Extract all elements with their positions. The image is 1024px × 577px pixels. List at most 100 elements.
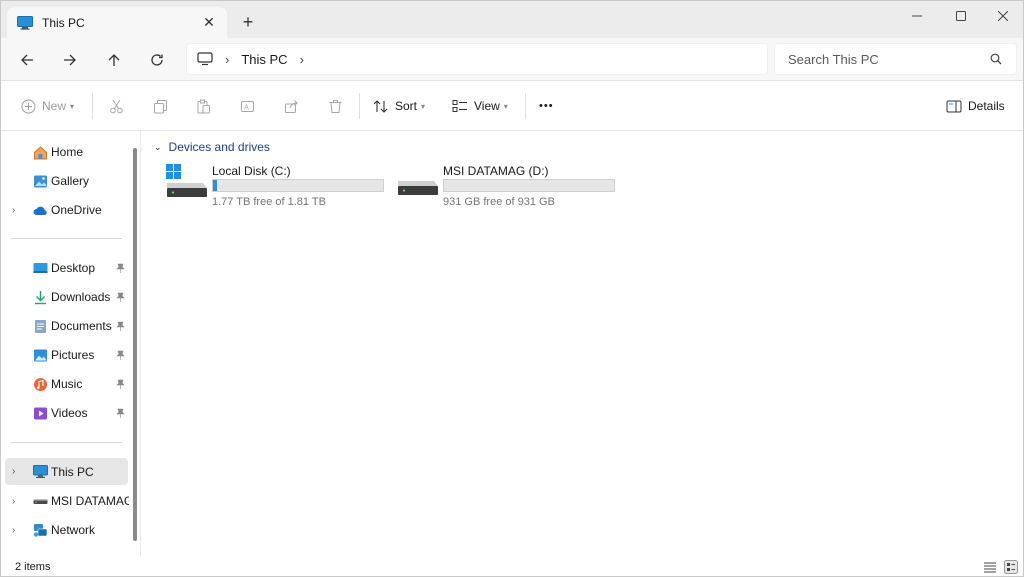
refresh-button[interactable] [144, 47, 170, 73]
minimize-button[interactable] [895, 1, 939, 31]
network-icon [33, 523, 48, 537]
chevron-right-icon[interactable]: › [12, 496, 15, 507]
trash-icon [329, 99, 342, 113]
chevron-down-icon[interactable]: ⌄ [154, 142, 162, 153]
sidebar-item-videos[interactable]: Videos [1, 400, 129, 426]
chevron-down-icon: ▾ [503, 101, 508, 111]
drive-usage-bar [212, 179, 384, 192]
pin-icon[interactable] [116, 321, 125, 331]
details-button[interactable]: Details [946, 94, 1005, 118]
breadcrumb-chevron-icon[interactable]: › [300, 52, 304, 67]
view-icon [452, 100, 467, 112]
close-tab-icon[interactable]: ✕ [197, 11, 221, 35]
drive-usage-bar [443, 179, 615, 192]
rename-icon: A [241, 100, 254, 112]
drive-name: MSI DATAMAG (D:) [443, 164, 549, 178]
copy-icon [154, 99, 167, 113]
this-pc-icon [17, 15, 33, 30]
new-tab-button[interactable]: + [237, 11, 259, 33]
sidebar-divider [11, 442, 122, 443]
more-options-button[interactable]: ••• [539, 94, 554, 118]
search-box[interactable] [774, 43, 1017, 75]
breadcrumb-chevron-icon[interactable]: › [225, 52, 229, 67]
pin-icon[interactable] [116, 408, 125, 418]
more-icon: ••• [539, 100, 554, 112]
paste-icon [197, 99, 210, 113]
sidebar-item-pictures[interactable]: Pictures [1, 342, 129, 368]
chevron-right-icon[interactable]: › [12, 525, 15, 536]
chevron-right-icon[interactable]: › [12, 205, 15, 216]
content-pane: ⌄ Devices and drives Local Disk (C:) 1.7… [142, 131, 1023, 556]
breadcrumb-this-pc[interactable]: This PC [241, 52, 287, 67]
search-icon [990, 53, 1002, 65]
view-label: View [474, 99, 500, 113]
title-bar: This PC ✕ + [1, 1, 1023, 38]
sort-label: Sort [395, 99, 418, 113]
copy-button[interactable] [153, 94, 168, 118]
drive-free-space: 931 GB free of 931 GB [443, 196, 555, 208]
search-input[interactable] [788, 51, 978, 67]
chevron-down-icon: ▾ [70, 101, 75, 111]
pin-icon[interactable] [116, 263, 125, 273]
view-button[interactable]: View ▾ [452, 94, 508, 118]
drive-free-space: 1.77 TB free of 1.81 TB [212, 196, 326, 208]
sidebar-item-downloads[interactable]: Downloads [1, 284, 129, 310]
sort-button[interactable]: Sort ▾ [373, 94, 425, 118]
drive-item-d[interactable]: MSI DATAMAG (D:) 931 GB free of 931 GB [397, 164, 617, 214]
svg-text:A: A [244, 103, 249, 111]
details-pane-icon [946, 100, 962, 112]
gallery-icon [34, 175, 47, 187]
sidebar-divider [11, 238, 122, 239]
drive-item-c[interactable]: Local Disk (C:) 1.77 TB free of 1.81 TB [166, 164, 386, 214]
sidebar-item-this-pc[interactable]: › This PC [5, 458, 128, 485]
computer-icon [197, 52, 213, 66]
music-icon [34, 377, 47, 391]
drive-usage-fill [213, 180, 217, 191]
pin-icon[interactable] [116, 379, 125, 389]
cut-button[interactable] [109, 94, 124, 118]
sidebar-item-documents[interactable]: Documents [1, 313, 129, 339]
chevron-right-icon[interactable]: › [12, 466, 15, 477]
delete-button[interactable] [328, 94, 343, 118]
new-button[interactable]: New ▾ [21, 94, 74, 118]
sidebar-item-label: Home [51, 145, 84, 159]
address-bar[interactable]: › This PC › [186, 43, 768, 75]
close-window-button[interactable] [981, 1, 1023, 31]
sidebar-scrollbar[interactable] [133, 148, 137, 541]
share-button[interactable] [284, 94, 299, 118]
sidebar-item-label: Gallery [51, 174, 90, 188]
drive-icon [33, 498, 48, 504]
sidebar-item-label: This PC [51, 464, 94, 479]
new-label: New [42, 99, 67, 113]
devices-and-drives-header[interactable]: ⌄ Devices and drives [154, 140, 270, 154]
back-arrow-icon [21, 54, 33, 66]
sidebar-item-gallery[interactable]: Gallery [1, 168, 129, 194]
drive-icon [398, 181, 438, 195]
sidebar-item-desktop[interactable]: Desktop [1, 255, 129, 281]
share-icon [285, 99, 298, 113]
status-bar: 2 items [1, 556, 1023, 576]
tab-this-pc[interactable]: This PC ✕ [7, 7, 227, 38]
up-button[interactable] [101, 47, 127, 73]
forward-button[interactable] [57, 47, 83, 73]
command-bar: New ▾ A Sort ▾ View ▾ ••• Details [1, 81, 1023, 131]
details-label: Details [968, 99, 1005, 113]
sidebar-item-onedrive[interactable]: › OneDrive [1, 197, 129, 223]
pin-icon[interactable] [116, 292, 125, 302]
sidebar-item-network[interactable]: › Network [1, 517, 129, 543]
details-view-icon[interactable] [983, 560, 997, 574]
forward-arrow-icon [64, 54, 76, 66]
sidebar-item-home[interactable]: Home [1, 139, 129, 165]
back-button[interactable] [14, 47, 40, 73]
pin-icon[interactable] [116, 350, 125, 360]
file-explorer-window: This PC ✕ + › This PC › Search This PC N… [0, 0, 1024, 577]
sidebar-item-msi-datamag[interactable]: › MSI DATAMAG ( [1, 488, 129, 514]
tiles-view-icon[interactable] [1004, 560, 1018, 574]
rename-button[interactable]: A [240, 94, 255, 118]
minimize-icon [912, 15, 922, 17]
home-icon [34, 145, 47, 159]
paste-button[interactable] [196, 94, 211, 118]
maximize-button[interactable] [939, 1, 983, 31]
sidebar-item-music[interactable]: Music [1, 371, 129, 397]
toolbar-divider [359, 93, 360, 119]
